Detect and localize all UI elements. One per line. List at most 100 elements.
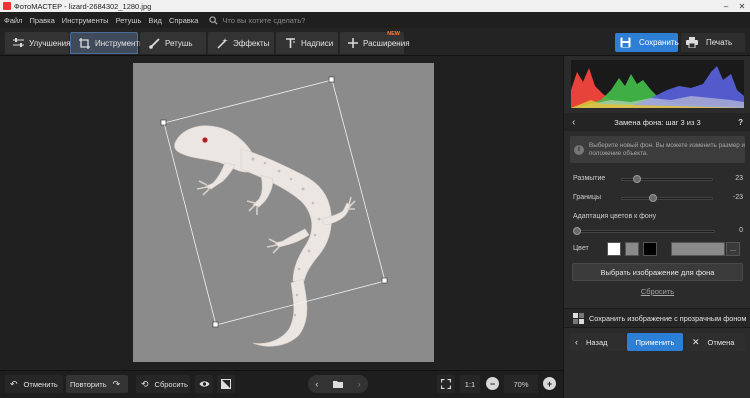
reset-button[interactable]: ⟲ Сбросить: [136, 375, 190, 393]
reset-link[interactable]: Сбросить: [564, 287, 750, 296]
slider-track[interactable]: [621, 197, 713, 200]
menu-tools[interactable]: Инструменты: [62, 16, 109, 25]
borders-slider[interactable]: Границы -23: [573, 193, 743, 205]
step-title: Замена фона: шаг 3 из 3: [614, 117, 701, 127]
print-label: Печать: [706, 38, 733, 47]
blur-slider[interactable]: Размытие 23: [573, 174, 743, 186]
slider-track[interactable]: [575, 230, 715, 233]
eye-icon: [199, 381, 209, 387]
back-button[interactable]: ‹ Назад: [570, 333, 625, 351]
info-text: Выберите новый фон. Вы можете изменить р…: [589, 141, 745, 157]
save-transparent-button[interactable]: Сохранить изображение с прозрачным фоном: [564, 308, 750, 328]
brush-icon: [148, 37, 160, 49]
transform-handle[interactable]: [212, 321, 219, 328]
fit-screen-icon: [441, 379, 451, 389]
right-panel: ‹ Замена фона: шаг 3 из 3 ? i Выберите н…: [563, 56, 750, 398]
color-adaptation-slider[interactable]: 0: [573, 226, 743, 238]
menu-search[interactable]: Что вы хотите сделать?: [209, 16, 305, 25]
file-navigation: ‹ ›: [308, 375, 368, 393]
swatch-black[interactable]: [643, 242, 657, 256]
save-label: Сохранить: [639, 38, 679, 47]
color-label: Цвет: [573, 245, 589, 252]
window-title: ФотоМАСТЕР - lizard-2684302_1280.jpg: [14, 1, 152, 11]
chevron-left-icon[interactable]: ‹: [315, 379, 318, 389]
histogram: [571, 60, 744, 108]
blur-value: 23: [735, 175, 743, 182]
info-box: i Выберите новый фон. Вы можете изменить…: [570, 136, 745, 163]
chevron-left-icon[interactable]: ‹: [572, 117, 575, 128]
photo-canvas[interactable]: [133, 63, 434, 362]
folder-icon[interactable]: [332, 380, 343, 388]
tab-label: Расширения: [363, 38, 410, 48]
tab-retouch[interactable]: Ретушь: [140, 32, 206, 54]
selected-color-preview[interactable]: [671, 242, 725, 256]
print-button[interactable]: Печать: [681, 33, 745, 52]
slider-knob[interactable]: [633, 175, 641, 183]
lizard-eye: [202, 137, 208, 143]
color-row: Цвет ...: [573, 242, 743, 258]
compare-icon: [221, 379, 231, 389]
slider-knob[interactable]: [649, 194, 657, 202]
new-badge: NEW: [387, 31, 400, 37]
preview-eye-button[interactable]: [195, 375, 213, 393]
compare-button[interactable]: [217, 375, 235, 393]
tab-label: Эффекты: [233, 38, 270, 48]
menu-edit[interactable]: Правка: [29, 16, 54, 25]
fit-to-screen-button[interactable]: [437, 375, 455, 393]
transform-frame[interactable]: [163, 79, 386, 326]
text-icon: [284, 37, 296, 49]
color-adaptation-value: 0: [739, 227, 743, 234]
menu-view[interactable]: Вид: [148, 16, 162, 25]
zoom-in-button[interactable]: +: [543, 377, 556, 390]
borders-value: -23: [732, 194, 743, 201]
close-icon[interactable]: ✕: [734, 0, 750, 12]
close-icon: ✕: [692, 336, 700, 347]
actual-size-button[interactable]: 1:1: [460, 375, 480, 393]
main-toolbar: Улучшения Инструменты Ретушь Эффекты Над…: [0, 28, 750, 56]
transparency-icon: [572, 312, 584, 324]
slider-knob[interactable]: [573, 227, 581, 235]
transform-handle[interactable]: [381, 277, 388, 284]
minimize-icon[interactable]: –: [718, 0, 734, 12]
bottom-bar: ↶ Отменить Повторить ↷ ⟲ Сбросить ‹ › 1:…: [0, 370, 563, 398]
swatch-gray[interactable]: [625, 242, 639, 256]
crop-icon: [79, 37, 90, 49]
tab-label: Надписи: [301, 38, 334, 48]
help-icon[interactable]: ?: [738, 118, 743, 127]
lizard-photo[interactable]: [133, 63, 434, 362]
undo-button[interactable]: ↶ Отменить: [5, 375, 63, 393]
zoom-level[interactable]: 70%: [504, 375, 538, 393]
tab-enhancements[interactable]: Улучшения: [5, 32, 71, 54]
magic-wand-icon: [216, 37, 228, 49]
tab-label: Улучшения: [29, 38, 71, 48]
back-label: Назад: [586, 337, 608, 347]
tab-effects[interactable]: Эффекты: [208, 32, 274, 54]
step-header: ‹ Замена фона: шаг 3 из 3 ?: [564, 113, 750, 131]
transform-handle[interactable]: [160, 119, 167, 126]
tab-text[interactable]: Надписи: [276, 32, 338, 54]
menu-file[interactable]: Файл: [4, 16, 22, 25]
redo-icon: ↷: [112, 378, 121, 389]
more-colors-button[interactable]: ...: [726, 242, 740, 256]
menu-help[interactable]: Справка: [169, 16, 198, 25]
tab-tools[interactable]: Инструменты: [70, 32, 145, 54]
choose-background-button[interactable]: Выбрать изображение для фона: [572, 263, 743, 281]
canvas-area[interactable]: [0, 56, 563, 370]
cancel-label: Отмена: [707, 337, 735, 347]
menu-retouch[interactable]: Ретушь: [116, 16, 142, 25]
redo-button[interactable]: Повторить ↷: [66, 375, 128, 393]
transform-handle[interactable]: [328, 76, 335, 83]
zoom-out-button[interactable]: −: [486, 377, 499, 390]
histogram-graph: [571, 66, 744, 108]
swatch-white[interactable]: [607, 242, 621, 256]
search-icon: [209, 15, 218, 25]
apply-button[interactable]: Применить: [627, 333, 683, 351]
save-button[interactable]: Сохранить: [615, 33, 679, 52]
search-placeholder: Что вы хотите сделать?: [222, 15, 306, 25]
cancel-button[interactable]: ✕ Отмена: [686, 333, 745, 351]
chevron-right-icon[interactable]: ›: [358, 379, 361, 389]
tab-extensions[interactable]: Расширения NEW: [340, 31, 410, 54]
plus-icon: [348, 37, 358, 49]
printer-icon: [686, 37, 698, 49]
save-transparent-label: Сохранить изображение с прозрачным фоном: [589, 313, 747, 323]
